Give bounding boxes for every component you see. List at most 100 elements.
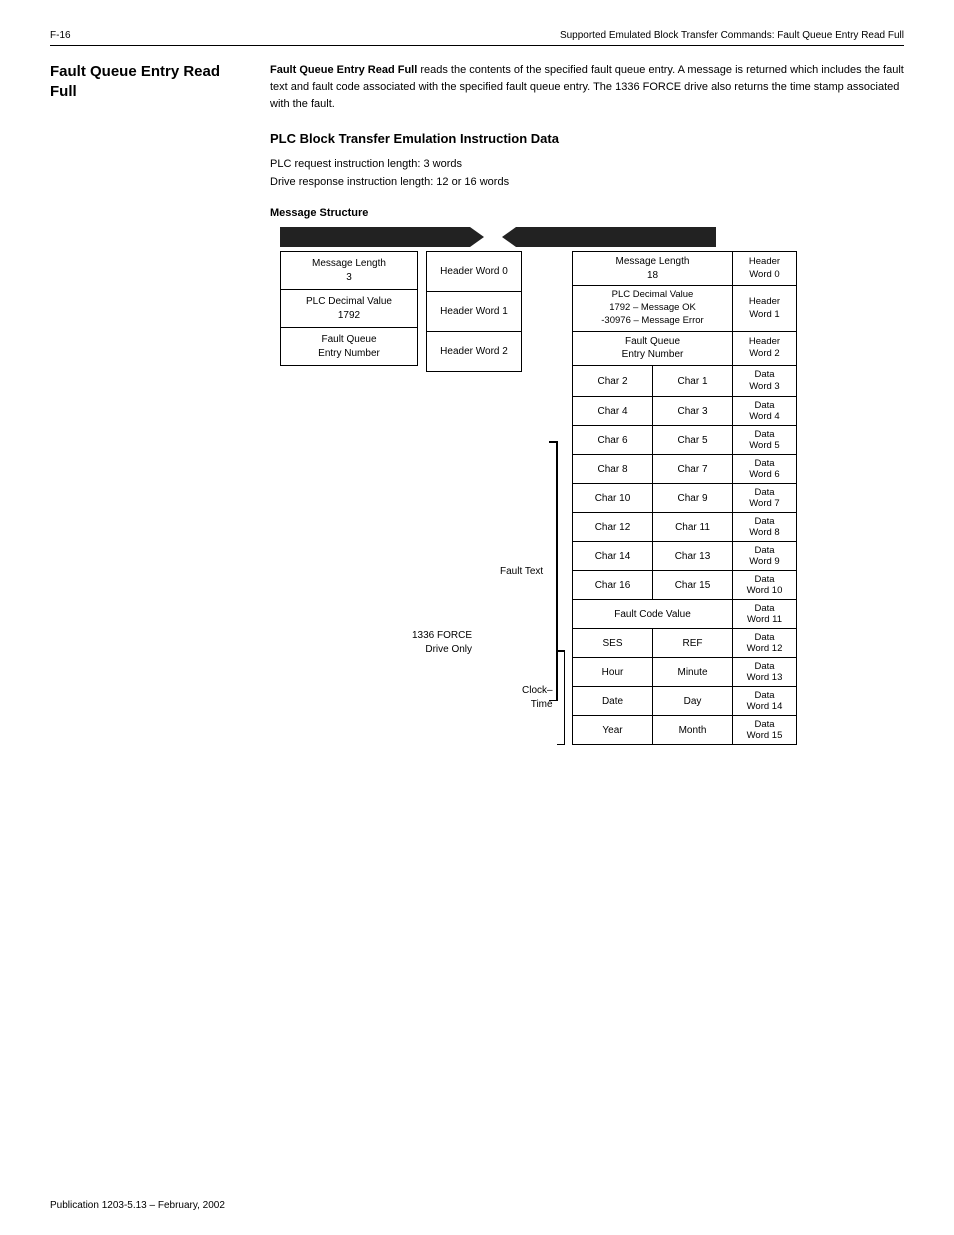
- ref-cell: REF: [653, 629, 733, 658]
- header-words-table: Header Word 0 Header Word 1 Header Word …: [426, 251, 522, 372]
- content-area: Fault Queue Entry Read Full reads the co…: [270, 62, 904, 745]
- response-table-area: Message Length18 HeaderWord 0 PLC Decima…: [572, 251, 797, 745]
- data-word-15: DataWord 15: [733, 716, 797, 745]
- char14-cell: Char 14: [573, 542, 653, 571]
- fault-text-text: Fault Text: [500, 566, 543, 577]
- data-word-9: DataWord 9: [733, 542, 797, 571]
- resp-header-word-1: HeaderWord 1: [733, 286, 797, 331]
- data-word-12: DataWord 12: [733, 629, 797, 658]
- page-number: F-16: [50, 30, 71, 41]
- table-row: Header Word 1: [427, 292, 522, 332]
- resp-header-word-0: HeaderWord 0: [733, 252, 797, 286]
- table-row: Fault QueueEntry Number HeaderWord 2: [573, 331, 797, 365]
- char2-cell: Char 2: [573, 365, 653, 397]
- data-word-5: DataWord 5: [733, 426, 797, 455]
- sub-heading: PLC Block Transfer Emulation Instruction…: [270, 131, 904, 146]
- plc-decimal-cell: PLC Decimal Value1792: [281, 290, 418, 328]
- table-row: Char 2 Char 1 DataWord 3: [573, 365, 797, 397]
- msg-length-cell: Message Length3: [281, 252, 418, 290]
- page: F-16 Supported Emulated Block Transfer C…: [0, 0, 954, 1235]
- plc-line2: Drive response instruction length: 12 or…: [270, 174, 904, 192]
- table-row: Fault Code Value DataWord 11: [573, 600, 797, 629]
- request-table-area: Message Length3 PLC Decimal Value1792 Fa…: [280, 251, 522, 372]
- clock-time-label-area: Clock–Time: [522, 650, 565, 745]
- page-footer: Publication 1203-5.13 – February, 2002: [50, 1200, 225, 1211]
- table-row: Char 12 Char 11 DataWord 8: [573, 513, 797, 542]
- char1-cell: Char 1: [653, 365, 733, 397]
- char15-cell: Char 15: [653, 571, 733, 600]
- data-word-13: DataWord 13: [733, 658, 797, 687]
- char13-cell: Char 13: [653, 542, 733, 571]
- table-row: Hour Minute DataWord 13: [573, 658, 797, 687]
- clock-time-brace: [557, 650, 565, 745]
- data-word-14: DataWord 14: [733, 687, 797, 716]
- char10-cell: Char 10: [573, 484, 653, 513]
- table-row: Header Word 0: [427, 252, 522, 292]
- table-row: Char 6 Char 5 DataWord 5: [573, 426, 797, 455]
- data-word-11: DataWord 11: [733, 600, 797, 629]
- data-word-10: DataWord 10: [733, 571, 797, 600]
- diagram: Message Length3 PLC Decimal Value1792 Fa…: [270, 225, 850, 745]
- year-cell: Year: [573, 716, 653, 745]
- char16-cell: Char 16: [573, 571, 653, 600]
- day-cell: Day: [653, 687, 733, 716]
- table-row: Fault QueueEntry Number: [281, 328, 418, 366]
- intro-bold: Fault Queue Entry Read Full: [270, 64, 417, 76]
- resp-fault-queue-entry: Fault QueueEntry Number: [573, 331, 733, 365]
- char3-cell: Char 3: [653, 397, 733, 426]
- plc-info: PLC request instruction length: 3 words …: [270, 156, 904, 191]
- force-drive-label: 1336 FORCEDrive Only: [412, 629, 472, 657]
- send-arrowhead: [470, 227, 484, 247]
- recv-arrowhead: [502, 227, 516, 247]
- header-word-0-left: Header Word 0: [427, 252, 522, 292]
- force-drive-text: 1336 FORCEDrive Only: [412, 630, 472, 655]
- char9-cell: Char 9: [653, 484, 733, 513]
- table-row: Char 8 Char 7 DataWord 6: [573, 455, 797, 484]
- recv-arrow: [516, 227, 716, 247]
- table-row: Message Length18 HeaderWord 0: [573, 252, 797, 286]
- resp-header-word-2: HeaderWord 2: [733, 331, 797, 365]
- char11-cell: Char 11: [653, 513, 733, 542]
- page-header: F-16 Supported Emulated Block Transfer C…: [50, 30, 904, 46]
- table-row: PLC Decimal Value1792 – Message OK-30976…: [573, 286, 797, 331]
- table-row: Char 14 Char 13 DataWord 9: [573, 542, 797, 571]
- fault-queue-entry-cell: Fault QueueEntry Number: [281, 328, 418, 366]
- data-word-7: DataWord 7: [733, 484, 797, 513]
- clock-time-text: Clock–Time: [522, 684, 553, 711]
- table-row: Date Day DataWord 14: [573, 687, 797, 716]
- data-word-3: DataWord 3: [733, 365, 797, 397]
- fault-code-cell: Fault Code Value: [573, 600, 733, 629]
- table-row: Message Length3: [281, 252, 418, 290]
- header-word-2-left: Header Word 2: [427, 332, 522, 372]
- table-row: PLC Decimal Value1792: [281, 290, 418, 328]
- send-arrow: [280, 227, 470, 247]
- table-row: Char 4 Char 3 DataWord 4: [573, 397, 797, 426]
- ses-cell: SES: [573, 629, 653, 658]
- table-row: Char 10 Char 9 DataWord 7: [573, 484, 797, 513]
- char6-cell: Char 6: [573, 426, 653, 455]
- char5-cell: Char 5: [653, 426, 733, 455]
- hour-cell: Hour: [573, 658, 653, 687]
- tables-row: Message Length3 PLC Decimal Value1792 Fa…: [280, 251, 850, 745]
- data-word-6: DataWord 6: [733, 455, 797, 484]
- month-cell: Month: [653, 716, 733, 745]
- section-title: Fault Queue Entry Read Full: [50, 62, 250, 101]
- msg-structure-label: Message Structure: [270, 207, 904, 219]
- table-row: Year Month DataWord 15: [573, 716, 797, 745]
- header-word-1-left: Header Word 1: [427, 292, 522, 332]
- table-row: Header Word 2: [427, 332, 522, 372]
- footer-text: Publication 1203-5.13 – February, 2002: [50, 1200, 225, 1211]
- char4-cell: Char 4: [573, 397, 653, 426]
- response-table: Message Length18 HeaderWord 0 PLC Decima…: [572, 251, 797, 745]
- request-table: Message Length3 PLC Decimal Value1792 Fa…: [280, 251, 418, 366]
- intro-paragraph: Fault Queue Entry Read Full reads the co…: [270, 62, 904, 113]
- arrow-bars: [280, 225, 850, 249]
- char7-cell: Char 7: [653, 455, 733, 484]
- table-row: SES REF DataWord 12: [573, 629, 797, 658]
- table-row: Char 16 Char 15 DataWord 10: [573, 571, 797, 600]
- char12-cell: Char 12: [573, 513, 653, 542]
- page-title: Supported Emulated Block Transfer Comman…: [560, 30, 904, 41]
- date-cell: Date: [573, 687, 653, 716]
- resp-msg-length: Message Length18: [573, 252, 733, 286]
- plc-line1: PLC request instruction length: 3 words: [270, 156, 904, 174]
